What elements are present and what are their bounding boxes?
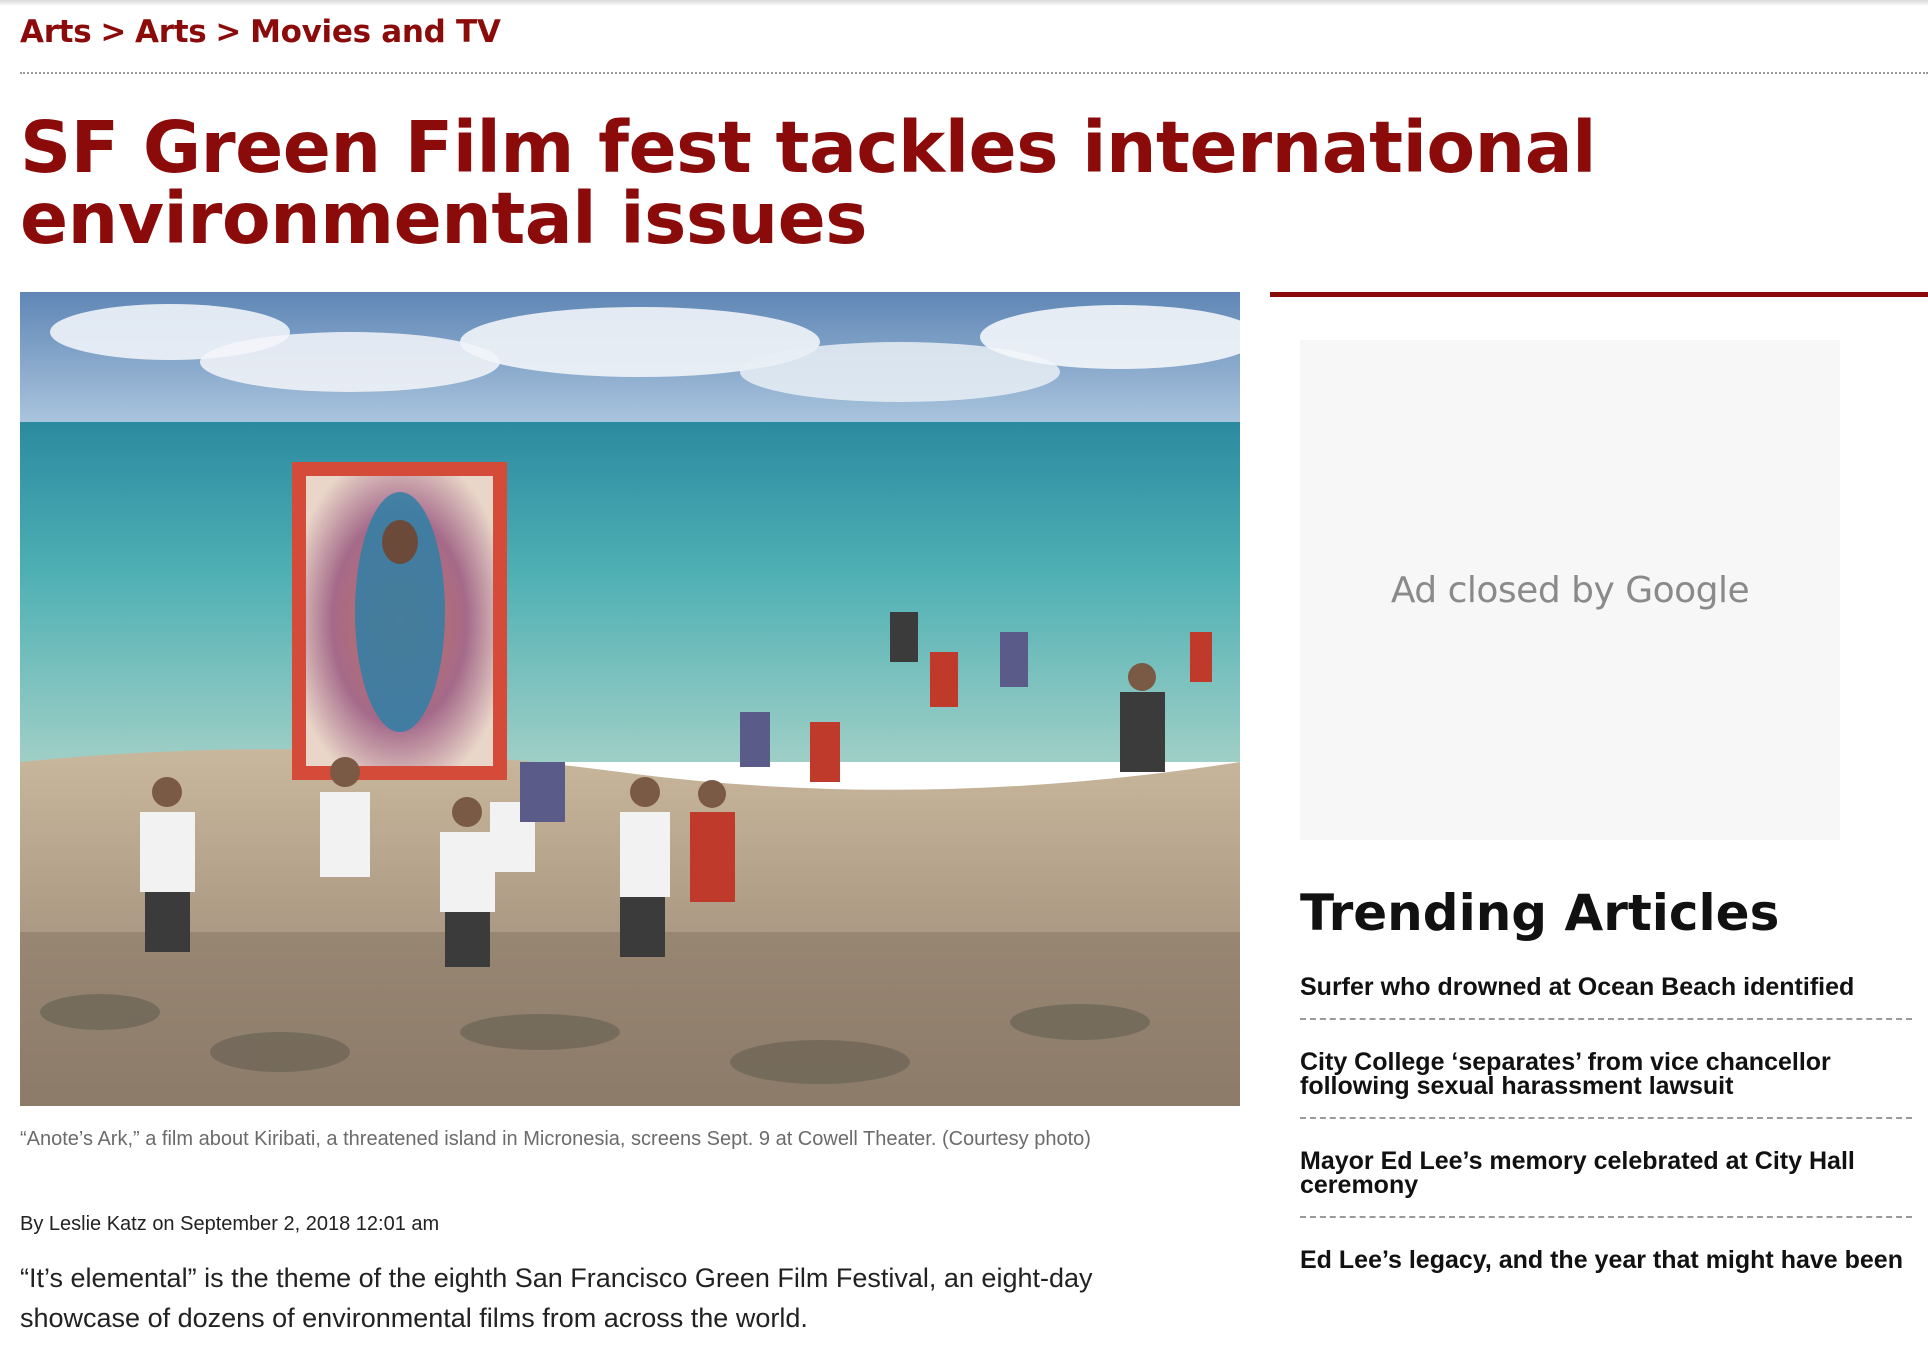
trending-item[interactable]: City College ‘separates’ from vice chanc… — [1300, 1050, 1912, 1117]
byline-prefix: By — [20, 1213, 44, 1235]
breadcrumb-divider — [20, 72, 1928, 74]
article-title: SF Green Film fest tackles international… — [20, 106, 1596, 260]
trending-item[interactable]: Surfer who drowned at Ocean Beach identi… — [1300, 975, 1912, 1018]
article-lead-paragraph: “It’s elemental” is the theme of the eig… — [20, 1263, 1093, 1333]
trending-item[interactable]: Mayor Ed Lee’s memory celebrated at City… — [1300, 1149, 1912, 1216]
trending-divider — [1300, 1216, 1912, 1218]
trending-divider — [1300, 1117, 1912, 1119]
breadcrumb: Arts > Arts > Movies and TV — [20, 14, 501, 50]
publish-date: September 2, 2018 12:01 am — [180, 1213, 440, 1235]
trending-list: Surfer who drowned at Ocean Beach identi… — [1300, 975, 1912, 1291]
trending-heading: Trending Articles — [1300, 884, 1780, 942]
date-prefix: on — [152, 1213, 175, 1235]
breadcrumb-item-movies-and-tv[interactable]: Movies and TV — [250, 14, 501, 50]
breadcrumb-separator: > — [100, 14, 127, 50]
top-shadow — [0, 0, 1928, 6]
ad-slot[interactable]: Ad closed by Google — [1300, 340, 1840, 840]
sidebar-top-rule — [1270, 292, 1928, 297]
ad-closed-text: Ad closed by Google — [1390, 569, 1750, 611]
author-link[interactable]: Leslie Katz — [49, 1213, 147, 1235]
trending-item[interactable]: Ed Lee’s legacy, and the year that might… — [1300, 1248, 1912, 1291]
image-caption: “Anote’s Ark,” a film about Kiribati, a … — [20, 1128, 1091, 1150]
article-hero-image[interactable] — [20, 292, 1240, 1106]
trending-divider — [1300, 1018, 1912, 1020]
byline: By Leslie Katz on September 2, 2018 12:0… — [20, 1213, 439, 1236]
breadcrumb-separator: > — [215, 14, 242, 50]
beach-procession-photo — [20, 292, 1240, 1106]
breadcrumb-item-arts-2[interactable]: Arts — [135, 14, 207, 50]
breadcrumb-item-arts[interactable]: Arts — [20, 14, 92, 50]
